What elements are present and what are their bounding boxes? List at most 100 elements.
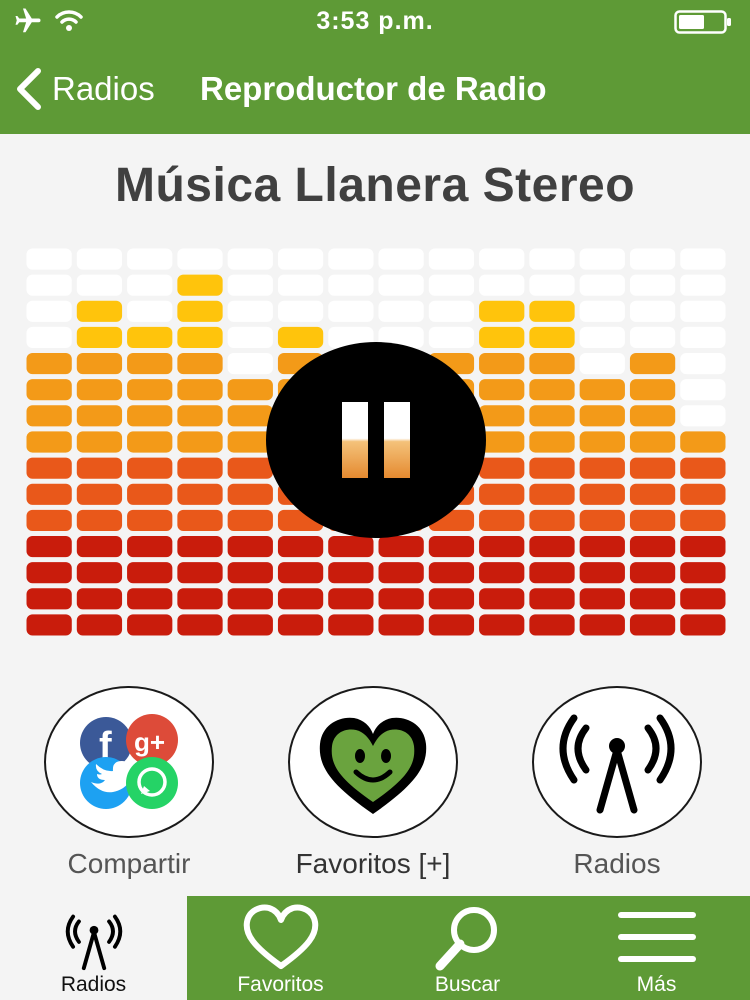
equalizer-cell [127, 535, 173, 558]
back-button[interactable]: Radios [14, 64, 155, 114]
equalizer-cell [127, 300, 173, 322]
equalizer-cell [629, 274, 676, 296]
share-button[interactable]: f g+ Compartir [44, 686, 214, 880]
equalizer-cell [629, 405, 676, 427]
tab-mas[interactable]: Más [563, 896, 750, 1000]
equalizer-cell [629, 353, 676, 375]
equalizer-cell [680, 535, 726, 558]
equalizer-cell [529, 326, 575, 349]
equalizer-cell [76, 509, 123, 531]
equalizer-cell [26, 588, 72, 610]
equalizer-cell [127, 326, 173, 349]
equalizer-cell [680, 300, 726, 322]
heart-smile-icon [319, 717, 427, 814]
equalizer-cell [579, 483, 625, 505]
equalizer-cell [277, 274, 324, 296]
equalizer-cell [529, 353, 575, 375]
svg-text:g+: g+ [134, 727, 165, 757]
equalizer-cell [479, 248, 525, 270]
share-circle: f g+ [44, 686, 214, 838]
equalizer-cell [177, 509, 223, 531]
equalizer-cell [26, 509, 72, 531]
equalizer-cell [227, 457, 273, 479]
equalizer-cell [579, 509, 625, 531]
equalizer-cell [26, 274, 72, 296]
equalizer-cell [177, 274, 223, 296]
equalizer-cell [629, 431, 676, 453]
equalizer-cell [529, 535, 575, 558]
equalizer-cell [629, 300, 676, 322]
equalizer-cell [76, 274, 123, 296]
equalizer-cell [227, 509, 273, 531]
equalizer-cell [177, 326, 223, 349]
equalizer-cell [428, 300, 475, 322]
equalizer-cell [579, 431, 625, 453]
tab-buscar[interactable]: Buscar [374, 896, 561, 1000]
equalizer-cell [579, 274, 625, 296]
equalizer-cell [529, 457, 575, 479]
equalizer-cell [26, 457, 72, 479]
status-right [674, 10, 732, 39]
equalizer-cell [227, 588, 273, 610]
equalizer-cell [76, 353, 123, 375]
equalizer-cell [177, 431, 223, 453]
equalizer-cell [127, 614, 173, 636]
equalizer-cell [76, 535, 123, 558]
pause-icon [342, 402, 368, 478]
equalizer-cell [328, 274, 374, 296]
equalizer-cell [277, 248, 324, 270]
equalizer-cell [76, 300, 123, 322]
pause-button[interactable] [266, 342, 486, 538]
pause-icon-bar [384, 402, 410, 478]
tab-favoritos[interactable]: Favoritos [187, 896, 374, 1000]
equalizer-cell [177, 562, 223, 584]
equalizer-cell [378, 614, 424, 636]
equalizer-cell [529, 614, 575, 636]
equalizer-cell [328, 588, 374, 610]
equalizer-cell [579, 326, 625, 349]
equalizer-cell [680, 431, 726, 453]
equalizer-cell [629, 457, 676, 479]
equalizer-cell [428, 562, 475, 584]
equalizer-cell [680, 614, 726, 636]
equalizer-cell [227, 326, 273, 349]
equalizer-cell [529, 248, 575, 270]
equalizer-cell [227, 274, 273, 296]
add-favorite-button[interactable]: Favoritos [+] [288, 686, 458, 880]
equalizer-cell [177, 353, 223, 375]
equalizer-cell [479, 535, 525, 558]
equalizer-cell [227, 300, 273, 322]
equalizer-cell [26, 353, 72, 375]
equalizer-cell [479, 562, 525, 584]
navigation-bar: Radios Reproductor de Radio [0, 44, 750, 134]
equalizer-cell [227, 535, 273, 558]
equalizer-cell [127, 457, 173, 479]
equalizer-cell [629, 535, 676, 558]
equalizer-cell [629, 483, 676, 505]
equalizer-cell [479, 379, 525, 401]
equalizer-cell [579, 614, 625, 636]
equalizer-cell [177, 483, 223, 505]
equalizer-cell [579, 248, 625, 270]
station-name: Música Llanera Stereo [114, 159, 636, 212]
radios-action-button[interactable]: Radios [532, 686, 702, 880]
equalizer-cell [177, 379, 223, 401]
equalizer-cell [579, 405, 625, 427]
equalizer-cell [680, 326, 726, 349]
tab-radios-label: Radios [60, 973, 127, 996]
equalizer-cell [328, 562, 374, 584]
equalizer-cell [579, 353, 625, 375]
equalizer-cell [227, 614, 273, 636]
equalizer-cell [328, 614, 374, 636]
tab-mas-label: Más [636, 973, 677, 996]
favorite-label: Favoritos [+] [295, 848, 451, 879]
tab-bar: Radios Favoritos Buscar Más [0, 896, 750, 1000]
status-bar: 3:53 p.m. [0, 0, 750, 44]
social-share-icon: f g+ [80, 714, 178, 809]
search-icon [435, 907, 497, 971]
equalizer-cell [479, 588, 525, 610]
equalizer-cell [26, 431, 72, 453]
tab-radios[interactable]: Radios [0, 896, 187, 1000]
equalizer-cell [76, 457, 123, 479]
equalizer-cell [378, 535, 424, 558]
